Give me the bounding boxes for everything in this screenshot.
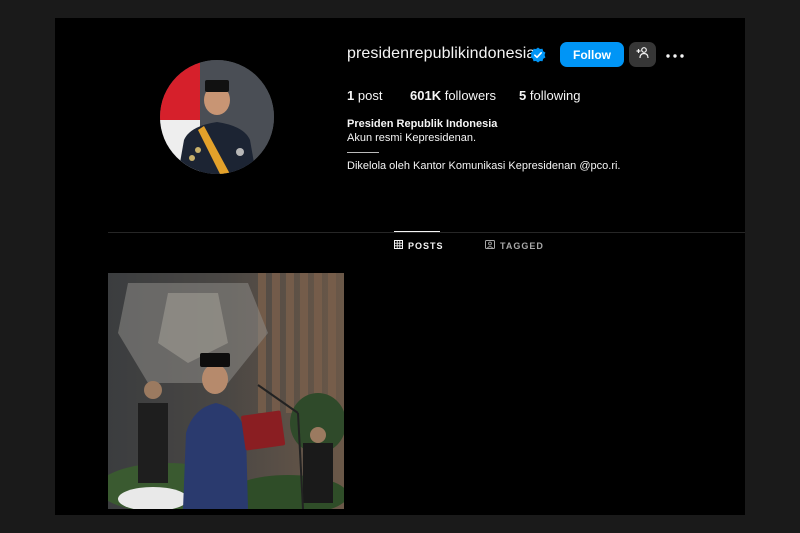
followers-count-label: followers (444, 88, 496, 103)
suggest-accounts-button[interactable] (629, 42, 656, 67)
tab-posts[interactable]: POSTS (394, 240, 444, 251)
bio-description: Akun resmi Kepresidenan. (347, 132, 477, 144)
tab-posts-label: POSTS (408, 240, 444, 251)
post-thumbnail[interactable] (108, 273, 344, 509)
more-options-button[interactable] (664, 45, 686, 63)
bio-divider (347, 152, 379, 153)
grid-icon (394, 240, 403, 251)
tab-tagged-label: TAGGED (500, 240, 544, 251)
posts-count: 1 post (347, 88, 382, 103)
posts-count-value: 1 (347, 88, 355, 103)
verified-badge-icon (530, 47, 546, 63)
more-options-icon (666, 45, 684, 63)
profile-username: presidenrepublikindonesia (347, 45, 536, 62)
profile-avatar[interactable] (160, 60, 274, 174)
tabs-divider (108, 232, 745, 233)
bio-managed-by: Dikelola oleh Kantor Komunikasi Kepresid… (347, 160, 621, 172)
following-count[interactable]: 5 following (519, 88, 580, 103)
following-count-value: 5 (519, 88, 527, 103)
follow-button[interactable]: Follow (560, 42, 624, 67)
followers-count[interactable]: 601K followers (410, 88, 496, 103)
profile-page: presidenrepublikindonesia Follow 1 post (55, 18, 745, 515)
tab-tagged[interactable]: TAGGED (485, 240, 544, 251)
tagged-icon (485, 240, 495, 251)
posts-count-label: post (357, 88, 383, 103)
bio-name: Presiden Republik Indonesia (347, 118, 498, 130)
following-count-label: following (529, 88, 581, 103)
followers-count-value: 601K (410, 88, 442, 103)
active-tab-indicator (394, 231, 440, 232)
add-person-icon (636, 46, 649, 64)
